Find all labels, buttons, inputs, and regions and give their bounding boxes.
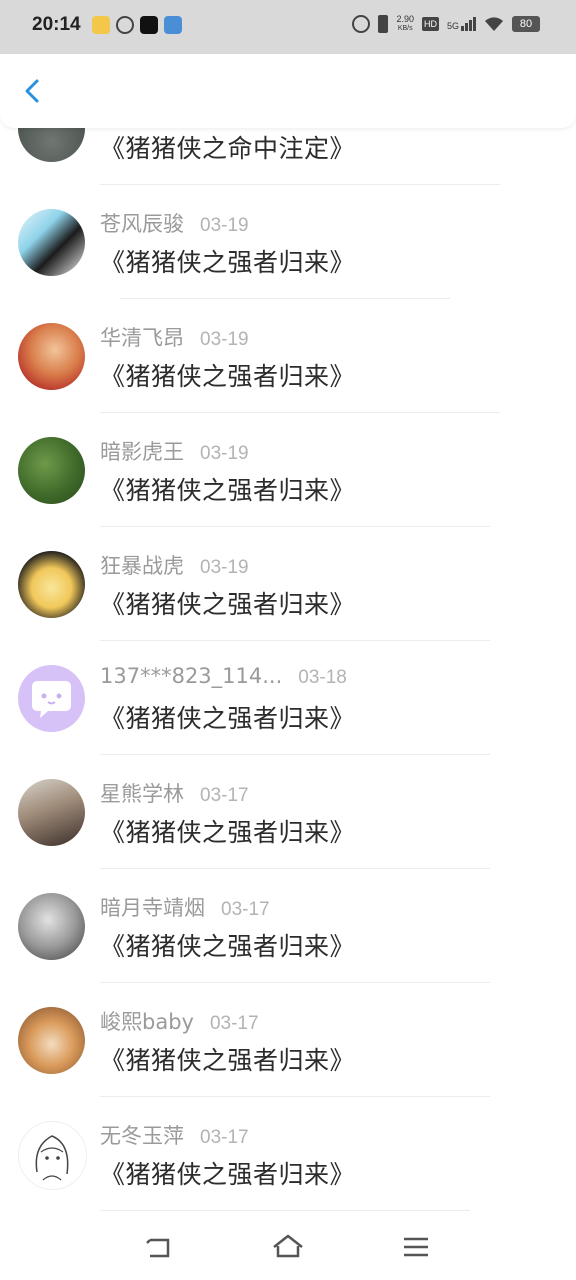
- divider: [100, 1210, 470, 1211]
- comment-date: 03-17: [200, 1127, 249, 1148]
- list-item[interactable]: 137***823_114... 03-18 《猪猪侠之强者归来》: [0, 641, 576, 755]
- comment-date: 03-18: [298, 667, 347, 688]
- default-avatar-icon: [18, 665, 85, 732]
- comment-text: 《猪猪侠之强者归来》: [100, 1046, 356, 1075]
- username[interactable]: 暗影虎王: [100, 436, 184, 466]
- comment-date: 03-19: [200, 557, 249, 578]
- nav-back-icon[interactable]: [142, 1230, 176, 1264]
- chevron-left-icon[interactable]: [18, 76, 48, 106]
- browser-icon: [164, 16, 182, 34]
- list-item[interactable]: 狂暴战虎 03-19 《猪猪侠之强者归来》: [0, 527, 576, 641]
- signal-icon: 5G: [447, 17, 476, 31]
- avatar: [18, 779, 85, 846]
- username[interactable]: 暗月寺靖烟: [100, 892, 205, 922]
- username[interactable]: 华清飞昂: [100, 322, 184, 352]
- comment-text: 《猪猪侠之强者归来》: [100, 818, 356, 847]
- username[interactable]: 星熊学林: [100, 778, 184, 808]
- alarm-icon: [352, 15, 371, 33]
- avatar: [18, 323, 85, 390]
- avatar: [18, 893, 85, 960]
- list-item[interactable]: 苍风辰骏 03-19 《猪猪侠之强者归来》: [0, 185, 576, 299]
- comment-text: 《猪猪侠之强者归来》: [100, 1160, 356, 1189]
- username[interactable]: 无冬玉萍: [100, 1120, 184, 1150]
- app-notification-icon: [92, 16, 110, 34]
- status-right-icons: 2.90 KB/s HD 5G 80: [352, 15, 540, 33]
- vibrate-icon: [378, 15, 389, 33]
- menu-icon[interactable]: [399, 1230, 433, 1264]
- comment-text: 《猪猪侠之强者归来》: [100, 704, 356, 733]
- avatar: [18, 1007, 85, 1074]
- top-bar: [0, 54, 576, 128]
- username[interactable]: 峻熙baby: [100, 1006, 194, 1036]
- tiktok-icon: [140, 16, 158, 34]
- list-item[interactable]: 无冬玉萍 03-17 《猪猪侠之强者归来》: [0, 1097, 576, 1211]
- comment-date: 03-19: [200, 443, 249, 464]
- hd-badge: HD: [421, 17, 439, 31]
- list-item[interactable]: 暗影虎王 03-19 《猪猪侠之强者归来》: [0, 413, 576, 527]
- list-item[interactable]: 星熊学林 03-17 《猪猪侠之强者归来》: [0, 755, 576, 869]
- avatar: [18, 437, 85, 504]
- username[interactable]: 狂暴战虎: [100, 550, 184, 580]
- comment-date: 03-17: [200, 785, 249, 806]
- alarm-icon: [116, 16, 134, 34]
- battery-indicator: 80: [512, 16, 540, 32]
- avatar: [18, 551, 85, 618]
- comment-date: 03-17: [209, 1013, 259, 1034]
- list-item[interactable]: 峻熙baby 03-17 《猪猪侠之强者归来》: [0, 983, 576, 1097]
- avatar: [18, 1121, 87, 1190]
- comment-date: 03-19: [200, 215, 249, 236]
- comment-date: 03-19: [200, 329, 249, 350]
- status-time: 20:14: [32, 14, 81, 35]
- comment-text: 《猪猪侠之命中注定》: [100, 134, 356, 163]
- wifi-icon: [485, 17, 503, 31]
- username[interactable]: 苍风辰骏: [100, 208, 184, 238]
- comment-date: 03-17: [221, 899, 270, 920]
- comment-text: 《猪猪侠之强者归来》: [100, 476, 356, 505]
- avatar: [18, 209, 85, 276]
- home-icon[interactable]: [271, 1230, 305, 1264]
- notification-icons: [92, 16, 182, 34]
- net-speed: 2.90 KB/s: [396, 14, 414, 33]
- list-item[interactable]: 暗月寺靖烟 03-17 《猪猪侠之强者归来》: [0, 869, 576, 983]
- list-item[interactable]: 华清飞昂 03-19 《猪猪侠之强者归来》: [0, 299, 576, 413]
- comment-text: 《猪猪侠之强者归来》: [100, 362, 356, 391]
- comment-text: 《猪猪侠之强者归来》: [100, 248, 356, 277]
- comment-text: 《猪猪侠之强者归来》: [100, 590, 356, 619]
- username[interactable]: 137***823_114...: [100, 664, 282, 688]
- system-nav-bar: [0, 1214, 576, 1280]
- comment-text: 《猪猪侠之强者归来》: [100, 932, 356, 961]
- status-bar: 20:14 2.90 KB/s HD 5G 80: [0, 0, 576, 54]
